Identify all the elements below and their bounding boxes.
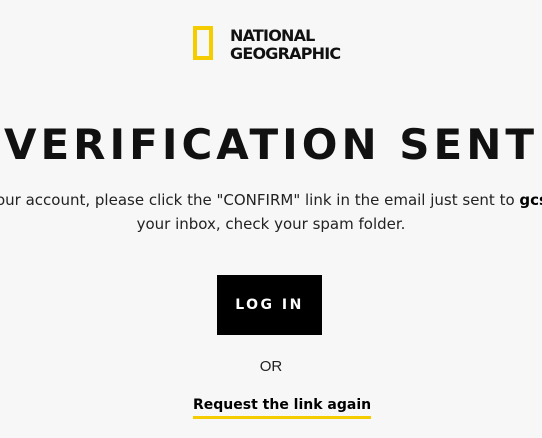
or-separator: OR <box>259 358 283 375</box>
message-line-2: your inbox, check your spam folder. <box>136 215 406 233</box>
logo-text: NATIONAL GEOGRAPHIC <box>230 26 341 63</box>
page-title: VERIFICATION SENT <box>3 120 539 169</box>
yellow-border-icon <box>193 26 213 60</box>
logo-line-1: NATIONAL <box>230 26 315 45</box>
verification-page: NATIONAL GEOGRAPHIC VERIFICATION SENT ou… <box>0 0 542 438</box>
logo-line-2: GEOGRAPHIC <box>230 44 341 63</box>
request-link-again-link[interactable]: Request the link again <box>193 395 372 419</box>
message-line-1-text: our account, please click the "CONFIRM" … <box>0 191 520 209</box>
message-line-1: our account, please click the "CONFIRM" … <box>0 188 542 212</box>
national-geographic-logo[interactable]: NATIONAL GEOGRAPHIC <box>193 26 341 70</box>
email-address: gcs <box>519 191 542 209</box>
log-in-button[interactable]: LOG IN <box>217 275 322 335</box>
